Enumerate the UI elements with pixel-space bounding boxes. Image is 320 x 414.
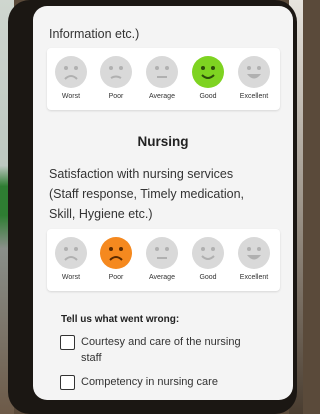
rating-label: Average — [149, 274, 175, 281]
rating-excellent[interactable]: Excellent — [233, 56, 275, 100]
checkbox-label: Courtesy and care of the nursing staff — [81, 336, 241, 364]
smile-face-icon — [192, 237, 224, 269]
rating-average[interactable]: Average — [141, 237, 183, 281]
rating-label: Excellent — [239, 93, 269, 100]
rating-average[interactable]: Average — [141, 56, 183, 100]
rating-label: Good — [199, 274, 217, 281]
feedback-option-courtesy[interactable]: Courtesy and care of the nursing staff — [60, 334, 261, 366]
feedback-option-competency[interactable]: Competency in nursing care — [60, 374, 261, 390]
rating-label: Poor — [108, 274, 124, 281]
frown-face-icon — [100, 56, 132, 88]
nursing-question-line3: Skill, Hygiene etc.) — [49, 207, 153, 221]
sad-face-icon — [55, 237, 87, 269]
feedback-prompt: Tell us what went wrong: — [61, 314, 180, 325]
rating-good-selected[interactable]: Good — [187, 56, 229, 100]
smile-face-icon — [192, 56, 224, 88]
rating-poor[interactable]: Poor — [95, 56, 137, 100]
rating-worst[interactable]: Worst — [50, 237, 92, 281]
survey-screen[interactable]: Information etc.) Worst Poor Average Goo… — [33, 6, 293, 400]
rating-worst[interactable]: Worst — [50, 56, 92, 100]
neutral-face-icon — [146, 237, 178, 269]
checkbox[interactable] — [60, 375, 75, 390]
tablet-frame: Information etc.) Worst Poor Average Goo… — [8, 0, 297, 414]
sad-face-icon — [55, 56, 87, 88]
checkbox-label: Competency in nursing care — [81, 376, 218, 388]
rating-label: Poor — [108, 93, 124, 100]
rating-excellent[interactable]: Excellent — [233, 237, 275, 281]
rating-poor-selected[interactable]: Poor — [95, 237, 137, 281]
grin-face-icon — [238, 56, 270, 88]
nursing-question-line2: (Staff response, Timely medication, — [49, 187, 244, 201]
nursing-rating-card: Worst Poor Average Good Excellent — [47, 229, 280, 291]
rating-label: Worst — [61, 274, 81, 281]
checkbox[interactable] — [60, 335, 75, 350]
rating-label: Good — [199, 93, 217, 100]
grin-face-icon — [238, 237, 270, 269]
food-question-tail: Information etc.) — [49, 27, 140, 41]
rating-label: Average — [149, 93, 175, 100]
food-rating-card: Worst Poor Average Good Excellent — [47, 48, 280, 110]
frown-face-icon — [100, 237, 132, 269]
rating-label: Excellent — [239, 274, 269, 281]
rating-good[interactable]: Good — [187, 237, 229, 281]
section-title-nursing: Nursing — [137, 134, 189, 149]
neutral-face-icon — [146, 56, 178, 88]
rating-label: Worst — [61, 93, 81, 100]
nursing-question-line1: Satisfaction with nursing services — [49, 167, 234, 181]
